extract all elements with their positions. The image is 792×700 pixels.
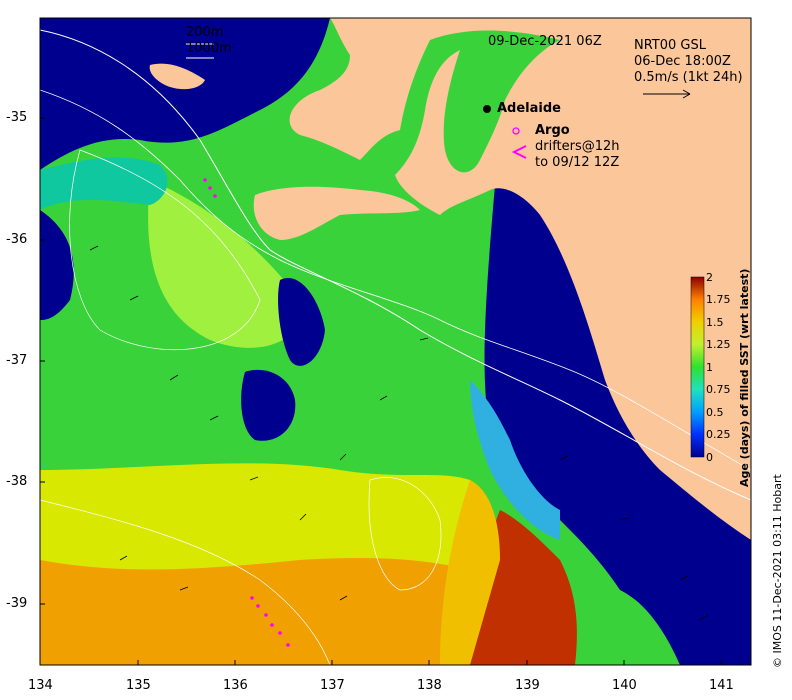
argo-label: Argo [535,123,570,138]
y-tick-38: -38 [6,474,28,489]
x-tick-136: 136 [223,678,248,693]
city-label-adelaide: Adelaide [497,101,561,116]
cb-tick-125: 1.25 [706,338,731,351]
x-tick-139: 139 [515,678,540,693]
x-tick-141: 141 [709,678,734,693]
cb-tick-2: 2 [706,271,713,284]
cb-tick-05: 0.5 [706,406,724,419]
sst-map [39,17,752,666]
velocity-scale-label: 0.5m/s (1kt 24h) [634,70,743,85]
x-tick-135: 135 [126,678,151,693]
cb-tick-0: 0 [706,451,713,464]
cb-tick-175: 1.75 [706,293,731,306]
credit-line: © IMOS 11-Dec-2021 03:11 Hobart [771,474,784,668]
legend-1000m: 1000m [186,41,232,56]
cb-tick-025: 0.25 [706,428,731,441]
map-date: 09-Dec-2021 06Z [488,34,602,49]
product-time: 06-Dec 18:00Z [634,54,731,69]
cb-tick-075: 0.75 [706,383,731,396]
y-tick-35: -35 [6,110,28,125]
legend-200m: 200m [186,25,224,40]
y-tick-37: -37 [6,353,28,368]
sst-orange-band [40,558,470,665]
x-tick-140: 140 [612,678,637,693]
drifters-label-1: drifters@12h [535,139,620,154]
y-tick-39: -39 [6,596,28,611]
drifters-label-2: to 09/12 12Z [535,155,620,170]
cb-tick-1: 1 [706,361,713,374]
colorbar [690,276,705,458]
x-tick-134: 134 [28,678,53,693]
product-name: NRT00 GSL [634,38,706,53]
adelaide-marker [483,105,491,113]
x-tick-138: 138 [417,678,442,693]
cb-tick-15: 1.5 [706,316,724,329]
x-tick-137: 137 [320,678,345,693]
y-tick-36: -36 [6,232,28,247]
colorbar-title: Age (days) of filled SST (wrt latest) [738,268,751,487]
